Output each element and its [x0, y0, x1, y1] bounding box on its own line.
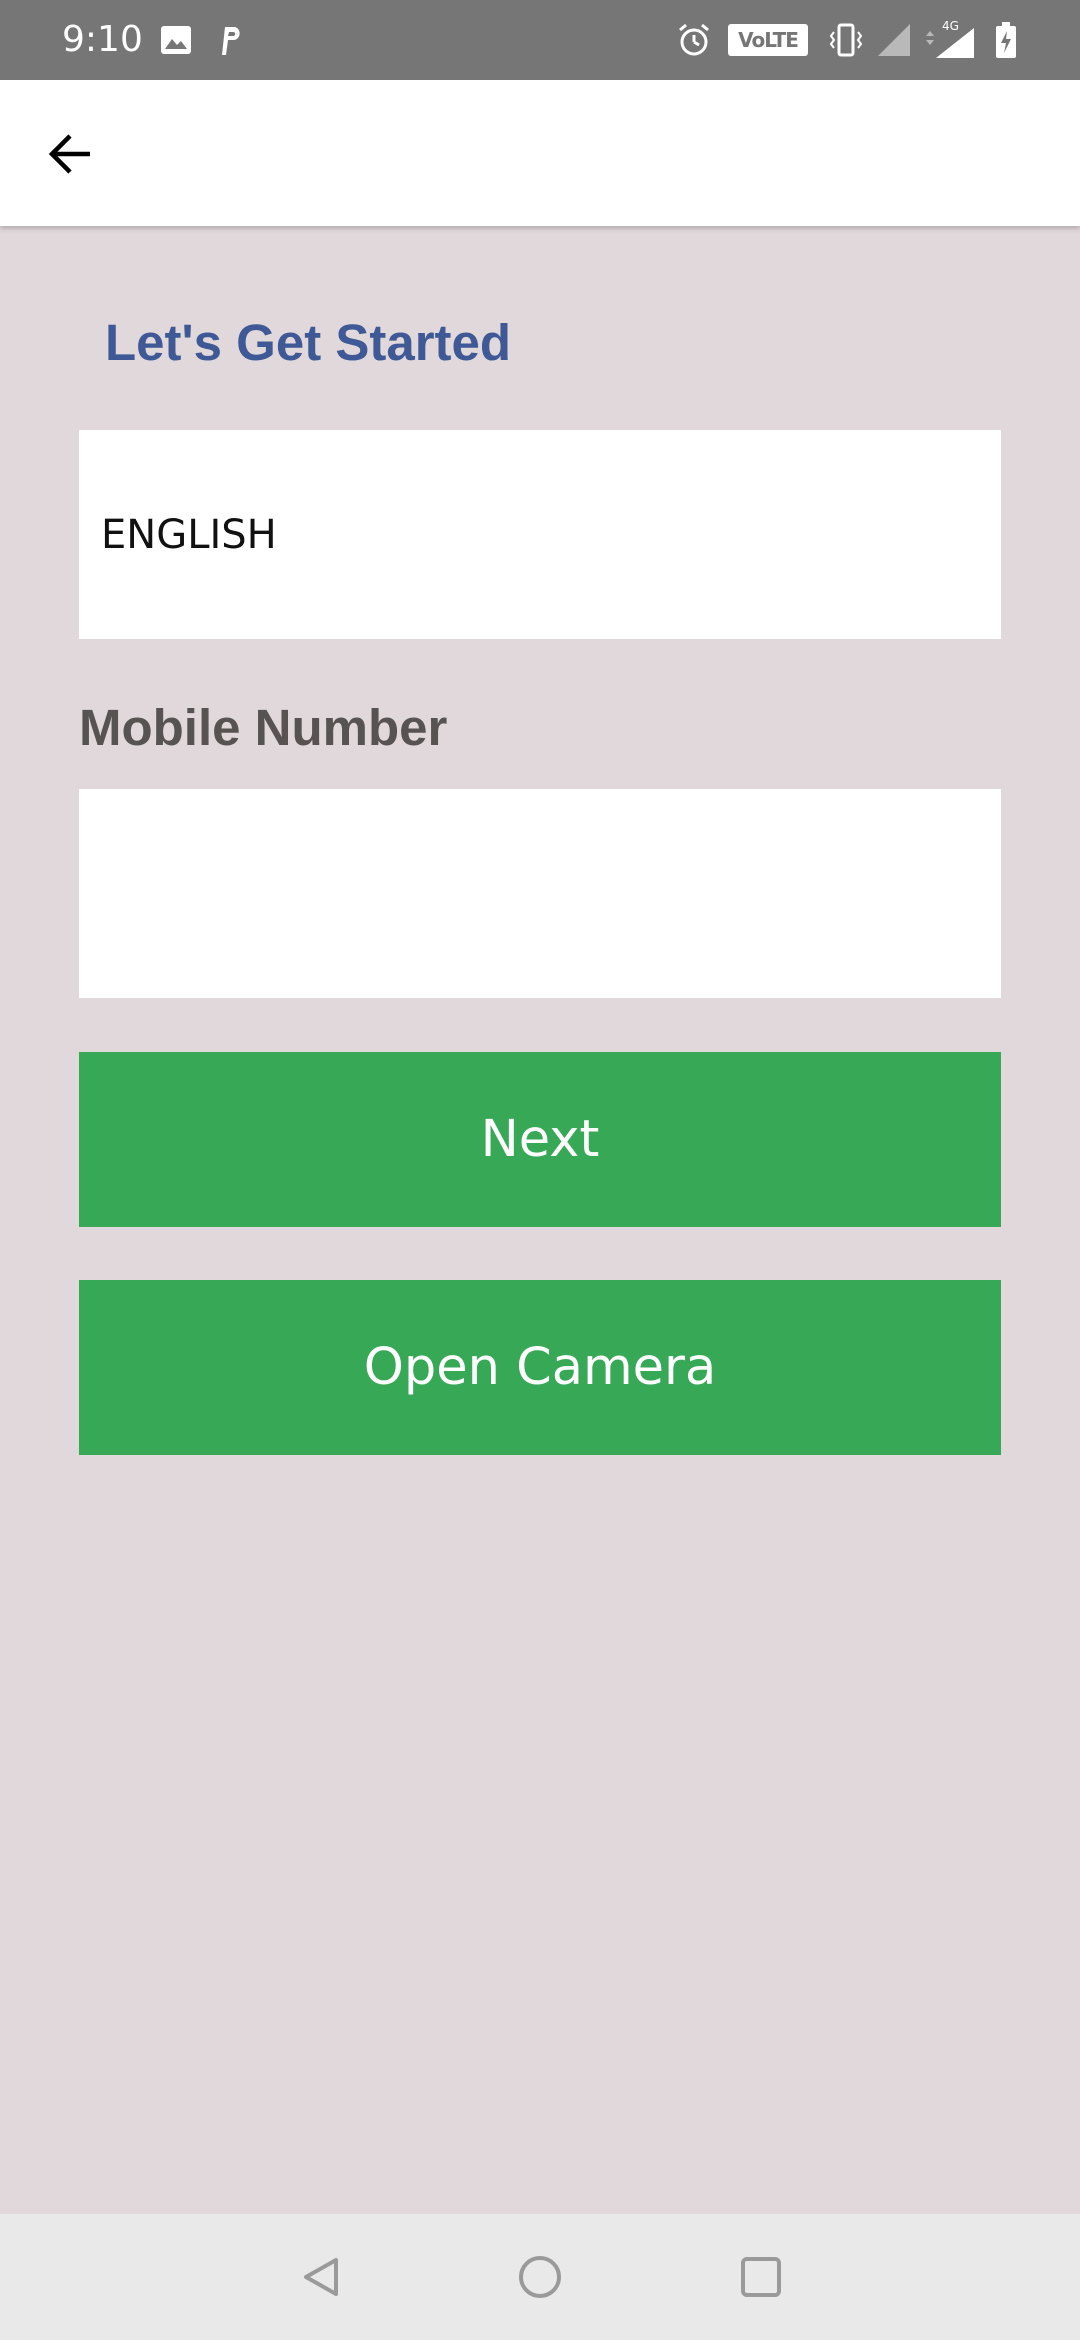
app-bar: [0, 80, 1080, 226]
mobile-number-input[interactable]: [79, 789, 1001, 998]
arrow-left-icon: [48, 134, 90, 174]
navigation-bar: [0, 2214, 1080, 2340]
volte-icon: VoLTE: [728, 24, 808, 56]
back-button[interactable]: [30, 114, 110, 194]
language-select-value: ENGLISH: [101, 512, 277, 558]
status-bar: 9:10 VoLTE 4G: [0, 0, 1080, 80]
network-type-label: 4G: [942, 20, 959, 33]
nav-back-button[interactable]: [286, 2242, 356, 2312]
home-circle-icon: [519, 2256, 561, 2298]
status-time: 9:10: [62, 19, 143, 60]
mobile-number-label: Mobile Number: [79, 699, 448, 756]
signal-4g-icon: 4G: [922, 20, 978, 60]
back-triangle-icon: [304, 2258, 338, 2296]
battery-charging-icon: [988, 20, 1024, 60]
alarm-icon: [674, 20, 714, 60]
parking-app-icon: [210, 20, 250, 60]
next-button[interactable]: Next: [79, 1052, 1001, 1227]
recents-square-icon: [741, 2257, 781, 2297]
nav-home-button[interactable]: [505, 2242, 575, 2312]
signal-icon: [874, 20, 914, 60]
page-title: Let's Get Started: [105, 314, 512, 371]
vibrate-icon: [826, 20, 866, 60]
nav-recents-button[interactable]: [726, 2242, 796, 2312]
language-select[interactable]: ENGLISH: [79, 430, 1001, 639]
image-icon: [156, 20, 196, 60]
open-camera-button[interactable]: Open Camera: [79, 1280, 1001, 1455]
